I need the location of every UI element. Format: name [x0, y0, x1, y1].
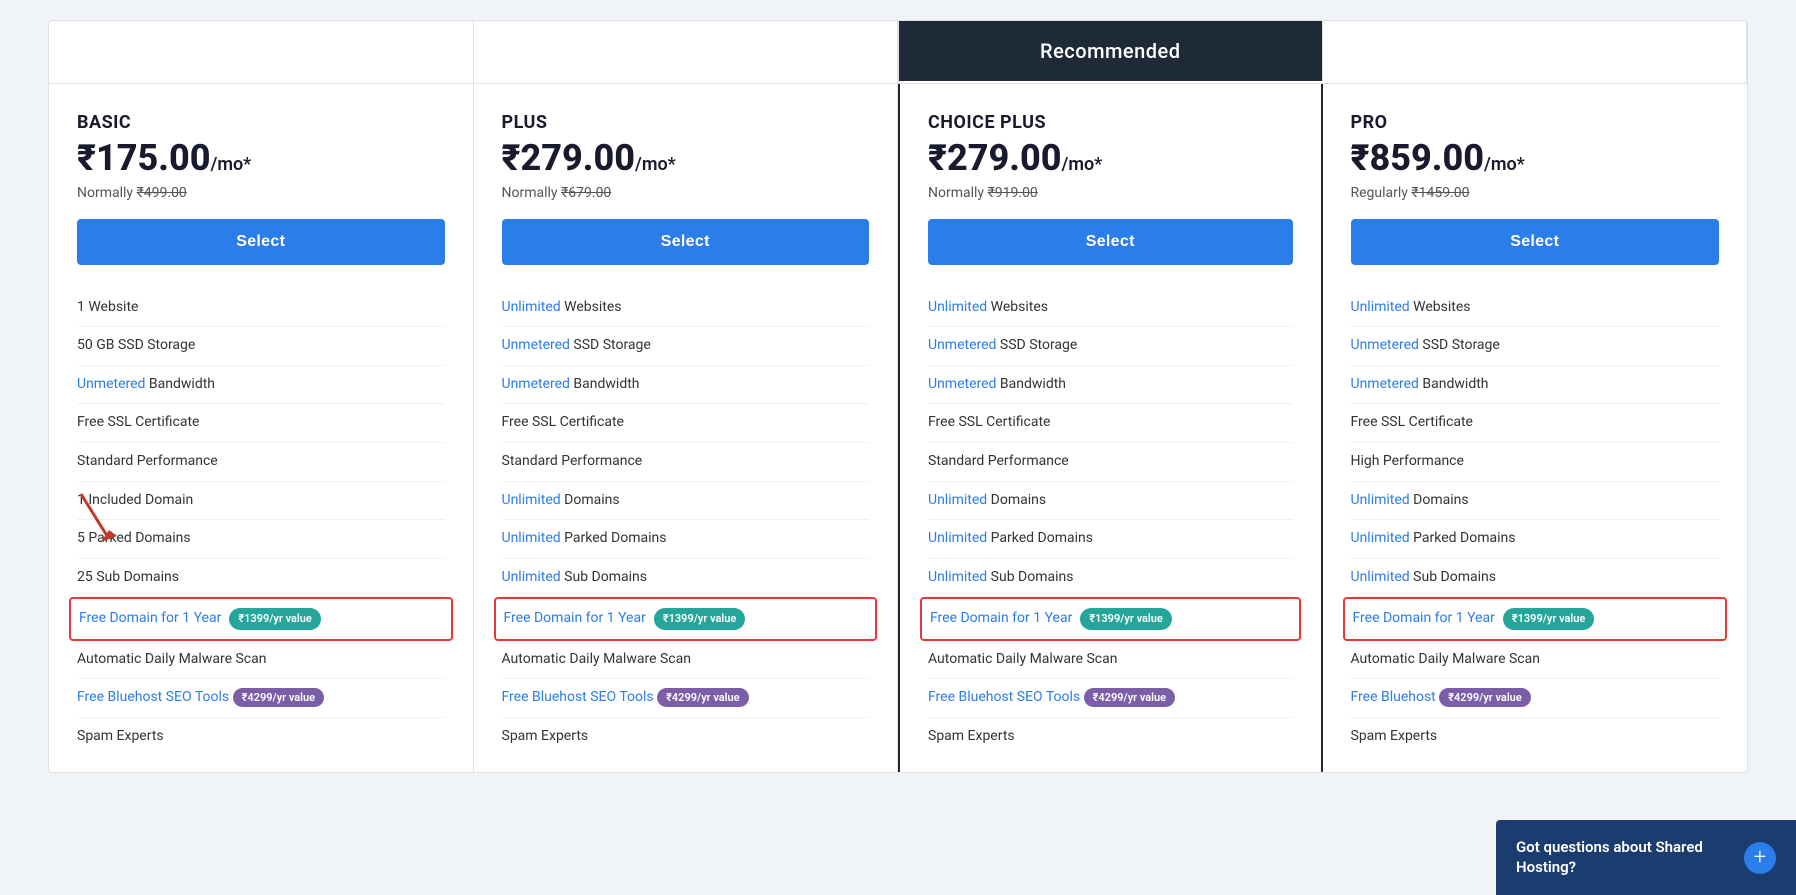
feature-storage: Unmetered SSD Storage	[502, 327, 870, 366]
recommended-label: Recommended	[1040, 39, 1181, 63]
feature-subdomains: Unlimited Sub Domains	[502, 559, 870, 598]
select-pro-button[interactable]: Select	[1351, 219, 1720, 265]
chat-open-button[interactable]: +	[1744, 842, 1776, 874]
recommended-banner: Recommended	[898, 21, 1323, 83]
plan-choice-plus: CHOICE PLUS ₹279.00/mo* Normally ₹919.00…	[898, 84, 1323, 772]
plan-plus: PLUS ₹279.00/mo* Normally ₹679.00 Select…	[474, 84, 899, 772]
feature-free-domain: Free Domain for 1 Year ₹1399/yr value	[494, 597, 878, 640]
arrow-indicator	[61, 484, 131, 554]
empty-spacer-1	[49, 21, 474, 83]
feature-domains: Unlimited Domains	[1351, 482, 1720, 521]
feature-subdomains: Unlimited Sub Domains	[928, 559, 1293, 598]
plan-basic-name: BASIC	[77, 112, 445, 133]
feature-seo: Free Bluehost ₹4299/yr value	[1351, 679, 1720, 718]
plans-grid: BASIC ₹175.00/mo* Normally ₹499.00 Selec…	[49, 83, 1747, 772]
pricing-table: Recommended BASIC ₹175.00/mo* Normally ₹…	[48, 20, 1748, 773]
plan-plus-price: ₹279.00/mo*	[502, 139, 870, 179]
feature-storage: Unmetered SSD Storage	[928, 327, 1293, 366]
empty-spacer-2	[474, 21, 899, 83]
plan-choice-plus-normal: Normally ₹919.00	[928, 185, 1293, 201]
feature-spam: Spam Experts	[1351, 718, 1720, 756]
plan-basic-price: ₹175.00/mo*	[77, 139, 445, 179]
feature-performance: High Performance	[1351, 443, 1720, 482]
feature-spam: Spam Experts	[77, 718, 445, 756]
feature-malware: Automatic Daily Malware Scan	[928, 641, 1293, 680]
plan-plus-name: PLUS	[502, 112, 870, 133]
feature-free-domain: Free Domain for 1 Year ₹1399/yr value	[920, 597, 1301, 640]
feature-domains: Unlimited Domains	[928, 482, 1293, 521]
feature-malware: Automatic Daily Malware Scan	[1351, 641, 1720, 680]
feature-parked: Unlimited Parked Domains	[1351, 520, 1720, 559]
feature-malware: Automatic Daily Malware Scan	[502, 641, 870, 680]
feature-spam: Spam Experts	[502, 718, 870, 756]
plan-pro-price: ₹859.00/mo*	[1351, 139, 1720, 179]
feature-websites: Unlimited Websites	[1351, 289, 1720, 328]
feature-storage: 50 GB SSD Storage	[77, 327, 445, 366]
plan-choice-plus-header: CHOICE PLUS ₹279.00/mo* Normally ₹919.00…	[900, 84, 1321, 265]
plan-plus-features: Unlimited Websites Unmetered SSD Storage…	[474, 289, 898, 772]
feature-domains: 1 Included Domain	[77, 482, 445, 521]
plan-pro-normal: Regularly ₹1459.00	[1351, 185, 1720, 201]
chat-widget-text: Got questions about Shared Hosting?	[1516, 838, 1736, 877]
plan-pro-header: PRO ₹859.00/mo* Regularly ₹1459.00 Selec…	[1323, 84, 1748, 265]
select-plus-button[interactable]: Select	[502, 219, 870, 265]
plan-plus-normal: Normally ₹679.00	[502, 185, 870, 201]
plan-choice-plus-name: CHOICE PLUS	[928, 112, 1293, 133]
plan-pro: PRO ₹859.00/mo* Regularly ₹1459.00 Selec…	[1323, 84, 1748, 772]
feature-websites: 1 Website	[77, 289, 445, 328]
feature-performance: Standard Performance	[502, 443, 870, 482]
feature-spam: Spam Experts	[928, 718, 1293, 756]
plan-basic-header: BASIC ₹175.00/mo* Normally ₹499.00 Selec…	[49, 84, 473, 265]
top-banner-row: Recommended	[49, 21, 1747, 83]
feature-subdomains: 25 Sub Domains	[77, 559, 445, 598]
feature-domains: Unlimited Domains	[502, 482, 870, 521]
empty-spacer-3	[1323, 21, 1748, 83]
plan-basic: BASIC ₹175.00/mo* Normally ₹499.00 Selec…	[49, 84, 474, 772]
feature-seo: Free Bluehost SEO Tools ₹4299/yr value	[77, 679, 445, 718]
feature-seo: Free Bluehost SEO Tools ₹4299/yr value	[928, 679, 1293, 718]
feature-subdomains: Unlimited Sub Domains	[1351, 559, 1720, 598]
feature-bandwidth: Unmetered Bandwidth	[1351, 366, 1720, 405]
feature-websites: Unlimited Websites	[502, 289, 870, 328]
feature-performance: Standard Performance	[77, 443, 445, 482]
feature-ssl: Free SSL Certificate	[502, 404, 870, 443]
feature-bandwidth: Unmetered Bandwidth	[502, 366, 870, 405]
select-basic-button[interactable]: Select	[77, 219, 445, 265]
feature-parked: Unlimited Parked Domains	[928, 520, 1293, 559]
feature-parked: 5 Parked Domains	[77, 520, 445, 559]
feature-ssl: Free SSL Certificate	[77, 404, 445, 443]
feature-ssl: Free SSL Certificate	[928, 404, 1293, 443]
feature-parked: Unlimited Parked Domains	[502, 520, 870, 559]
feature-seo: Free Bluehost SEO Tools ₹4299/yr value	[502, 679, 870, 718]
feature-free-domain: Free Domain for 1 Year ₹1399/yr value	[69, 597, 453, 640]
plan-pro-name: PRO	[1351, 112, 1720, 133]
plan-choice-plus-price: ₹279.00/mo*	[928, 139, 1293, 179]
feature-storage: Unmetered SSD Storage	[1351, 327, 1720, 366]
select-choice-plus-button[interactable]: Select	[928, 219, 1293, 265]
plan-plus-header: PLUS ₹279.00/mo* Normally ₹679.00 Select	[474, 84, 898, 265]
plan-choice-plus-features: Unlimited Websites Unmetered SSD Storage…	[900, 289, 1321, 772]
feature-free-domain: Free Domain for 1 Year ₹1399/yr value	[1343, 597, 1728, 640]
plan-basic-normal: Normally ₹499.00	[77, 185, 445, 201]
feature-ssl: Free SSL Certificate	[1351, 404, 1720, 443]
feature-bandwidth: Unmetered Bandwidth	[77, 366, 445, 405]
plan-pro-features: Unlimited Websites Unmetered SSD Storage…	[1323, 289, 1748, 772]
feature-bandwidth: Unmetered Bandwidth	[928, 366, 1293, 405]
feature-malware: Automatic Daily Malware Scan	[77, 641, 445, 680]
feature-websites: Unlimited Websites	[928, 289, 1293, 328]
feature-performance: Standard Performance	[928, 443, 1293, 482]
chat-widget[interactable]: Got questions about Shared Hosting? +	[1496, 820, 1796, 895]
